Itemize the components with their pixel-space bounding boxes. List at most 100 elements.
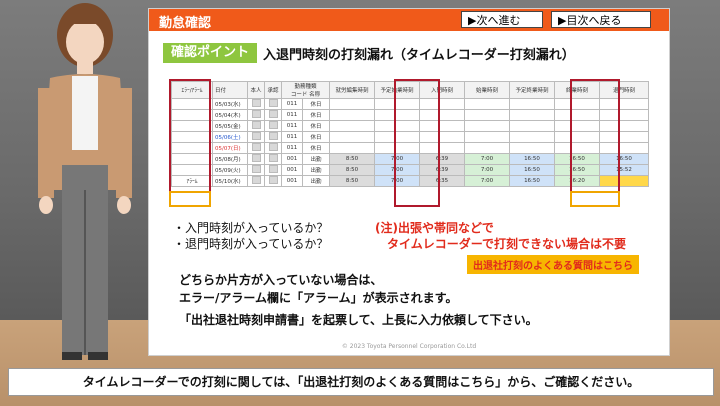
approve-check-cell bbox=[264, 175, 282, 187]
start-time-cell: 7:00 bbox=[464, 175, 510, 187]
code-cell: 001 bbox=[281, 153, 303, 165]
edit-time-cell bbox=[329, 142, 375, 154]
toc-button[interactable]: ▶目次へ戻る bbox=[551, 11, 651, 28]
edit-time-cell bbox=[329, 131, 375, 143]
code-cell: 011 bbox=[281, 120, 303, 132]
checkbox-icon[interactable] bbox=[251, 154, 261, 162]
checkbox-icon[interactable] bbox=[251, 132, 261, 140]
code-cell: 011 bbox=[281, 98, 303, 110]
faq-link-button[interactable]: 出退社打刻のよくある質問はこちら bbox=[467, 255, 639, 274]
next-button[interactable]: ▶次へ進む bbox=[461, 11, 543, 28]
checkbox-icon[interactable] bbox=[251, 143, 261, 151]
highlight-exit-column bbox=[570, 79, 620, 207]
self-check-cell bbox=[247, 175, 265, 187]
date-cell: 05/10(水) bbox=[212, 175, 248, 187]
note-line-1: (注)出張や帯同などで bbox=[375, 221, 494, 235]
start-time-cell bbox=[464, 131, 510, 143]
date-cell: 05/09(火) bbox=[212, 164, 248, 176]
check-point-badge: 確認ポイント bbox=[163, 43, 258, 63]
slide-title: 勤怠確認 bbox=[159, 16, 212, 31]
code-cell: 011 bbox=[281, 109, 303, 121]
name-cell: 休日 bbox=[302, 109, 330, 121]
col-code-label: コード bbox=[290, 92, 308, 98]
checkbox-icon[interactable] bbox=[251, 99, 261, 107]
checkbox-icon[interactable] bbox=[268, 110, 278, 118]
edit-time-cell bbox=[329, 98, 375, 110]
col-work-type: 勤務種類 コード 名称 bbox=[281, 81, 330, 99]
self-check-cell bbox=[247, 142, 265, 154]
body-line-2: エラー/アラーム欄に「アラーム」が表示されます。 bbox=[179, 291, 458, 305]
slide-heading: 入退門時刻の打刻漏れ（タイムレコーダー打刻漏れ） bbox=[263, 48, 575, 63]
date-cell: 05/03(水) bbox=[212, 98, 248, 110]
checkbox-icon[interactable] bbox=[268, 121, 278, 129]
highlight-error-column bbox=[169, 79, 211, 207]
self-check-cell bbox=[247, 109, 265, 121]
start-time-cell bbox=[464, 109, 510, 121]
edit-time-cell: 8:50 bbox=[329, 153, 375, 165]
body-line-3: 「出社退社時刻申請書」を起票して、上長に入力依頼して下さい。 bbox=[179, 313, 538, 327]
code-cell: 011 bbox=[281, 142, 303, 154]
name-cell: 出勤 bbox=[302, 153, 330, 165]
slide-header-bar: 勤怠確認 ▶次へ進む ▶目次へ戻る bbox=[149, 9, 669, 31]
col-plan-end: 予定終業時刻 bbox=[509, 81, 555, 99]
start-time-cell bbox=[464, 98, 510, 110]
approve-check-cell bbox=[264, 153, 282, 165]
name-cell: 休日 bbox=[302, 142, 330, 154]
start-time-cell: 7:00 bbox=[464, 153, 510, 165]
alarm-cell-highlight bbox=[169, 191, 211, 207]
highlight-entry-column bbox=[394, 79, 440, 207]
approve-check-cell bbox=[264, 120, 282, 132]
checkbox-icon[interactable] bbox=[268, 132, 278, 140]
bullet-entry-check: ・入門時刻が入っているか？ bbox=[173, 221, 329, 235]
plan-end-cell bbox=[509, 120, 555, 132]
date-cell: 05/07(日) bbox=[212, 142, 248, 154]
self-check-cell bbox=[247, 98, 265, 110]
copyright-text: © 2023 Toyota Personnel Corporation Co.L… bbox=[341, 343, 477, 350]
col-self: 本人 bbox=[247, 81, 265, 99]
approve-check-cell bbox=[264, 131, 282, 143]
col-name-label: 名称 bbox=[309, 92, 321, 98]
start-time-cell bbox=[464, 120, 510, 132]
checkbox-icon[interactable] bbox=[251, 110, 261, 118]
code-cell: 001 bbox=[281, 175, 303, 187]
plan-end-cell bbox=[509, 98, 555, 110]
start-time-cell: 7:00 bbox=[464, 164, 510, 176]
name-cell: 出勤 bbox=[302, 164, 330, 176]
self-check-cell bbox=[247, 120, 265, 132]
checkbox-icon[interactable] bbox=[268, 176, 278, 184]
plan-end-cell bbox=[509, 131, 555, 143]
self-check-cell bbox=[247, 164, 265, 176]
self-check-cell bbox=[247, 131, 265, 143]
subtitle-bar: タイムレコーダーでの打刻に関しては、「出退社打刻のよくある質問はこちら」から、ご… bbox=[8, 368, 714, 396]
edit-time-cell bbox=[329, 109, 375, 121]
col-approve: 承認 bbox=[264, 81, 282, 99]
checkbox-icon[interactable] bbox=[268, 99, 278, 107]
code-cell: 011 bbox=[281, 131, 303, 143]
date-cell: 05/05(金) bbox=[212, 120, 248, 132]
code-cell: 001 bbox=[281, 164, 303, 176]
name-cell: 休日 bbox=[302, 98, 330, 110]
edit-time-cell: 8:50 bbox=[329, 164, 375, 176]
col-edit-time: 就労編集時刻 bbox=[329, 81, 375, 99]
plan-end-cell: 16:50 bbox=[509, 164, 555, 176]
checkbox-icon[interactable] bbox=[268, 154, 278, 162]
checkbox-icon[interactable] bbox=[268, 165, 278, 173]
date-cell: 05/08(月) bbox=[212, 153, 248, 165]
name-cell: 出勤 bbox=[302, 175, 330, 187]
approve-check-cell bbox=[264, 164, 282, 176]
col-start-time: 始業時刻 bbox=[464, 81, 510, 99]
self-check-cell bbox=[247, 153, 265, 165]
approve-check-cell bbox=[264, 109, 282, 121]
checkbox-icon[interactable] bbox=[251, 165, 261, 173]
name-cell: 休日 bbox=[302, 131, 330, 143]
checkbox-icon[interactable] bbox=[251, 121, 261, 129]
plan-end-cell bbox=[509, 109, 555, 121]
slide-panel: 勤怠確認 ▶次へ進む ▶目次へ戻る 確認ポイント 入退門時刻の打刻漏れ（タイムレ… bbox=[148, 8, 670, 356]
date-cell: 05/04(木) bbox=[212, 109, 248, 121]
note-line-2: タイムレコーダーで打刻できない場合は不要 bbox=[387, 237, 627, 251]
bullet-exit-check: ・退門時刻が入っているか？ bbox=[173, 237, 329, 251]
checkbox-icon[interactable] bbox=[268, 143, 278, 151]
checkbox-icon[interactable] bbox=[251, 176, 261, 184]
body-line-1: どちらか片方が入っていない場合は、 bbox=[179, 273, 383, 287]
plan-end-cell: 16:50 bbox=[509, 153, 555, 165]
